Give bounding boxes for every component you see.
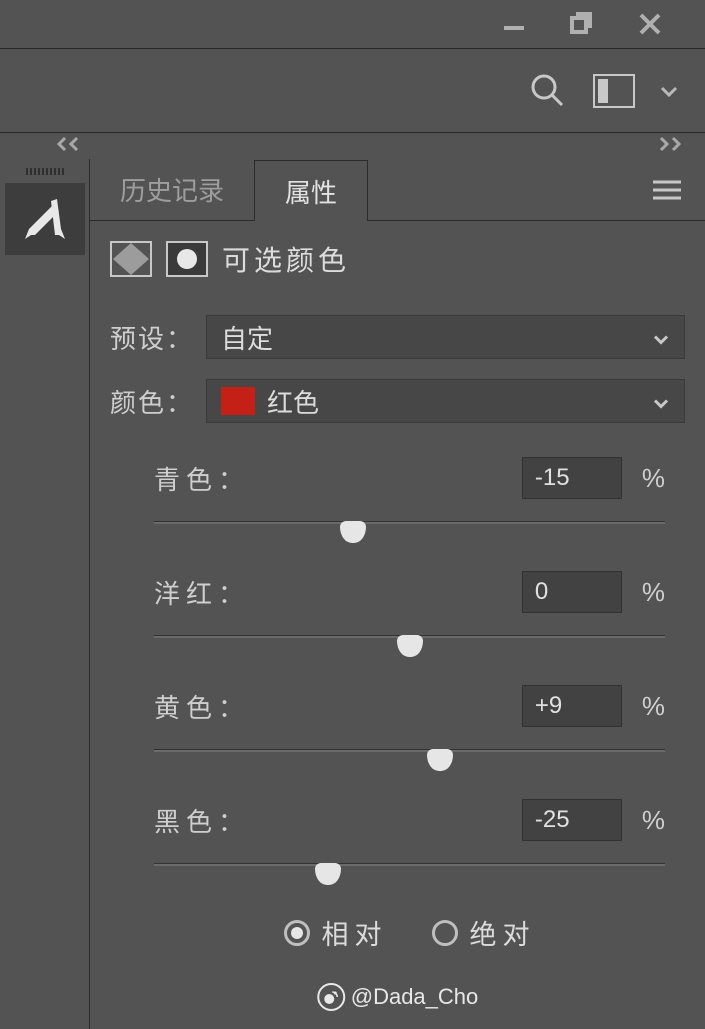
slider-track[interactable] <box>154 745 665 775</box>
slider-row: 黄色： +9% <box>154 685 665 775</box>
slider-thumb[interactable] <box>340 521 366 543</box>
slider-value-input[interactable]: -25 <box>522 799 622 841</box>
slider-track[interactable] <box>154 859 665 889</box>
radio-absolute-indicator <box>432 920 458 946</box>
collapse-right-icon[interactable] <box>655 136 685 157</box>
adjustment-type-icon <box>110 241 152 277</box>
preset-dropdown[interactable]: 自定 <box>206 315 685 359</box>
slider-row: 青色： -15% <box>154 457 665 547</box>
radio-relative-indicator <box>284 920 310 946</box>
slider-label: 青色： <box>154 460 250 497</box>
percent-sign: % <box>642 577 665 608</box>
mode-radio-group: 相对 绝对 <box>154 913 665 952</box>
weibo-icon <box>317 983 345 1011</box>
radio-relative-label: 相对 <box>322 913 388 952</box>
percent-sign: % <box>642 805 665 836</box>
slider-track[interactable] <box>154 631 665 661</box>
app-toolbar <box>0 48 705 133</box>
preset-row: 预设： 自定 <box>110 315 685 359</box>
slider-label: 黑色： <box>154 802 250 839</box>
brush-tool-icon[interactable] <box>5 183 85 255</box>
chevron-down-icon <box>652 322 670 353</box>
maximize-button[interactable] <box>565 7 599 41</box>
preset-label: 预设： <box>110 319 194 356</box>
properties-panel: 历史记录 属性 可选颜色 <box>90 159 705 1029</box>
title-bar <box>0 0 705 48</box>
slider-value-input[interactable]: +9 <box>522 685 622 727</box>
slider-value-input[interactable]: -15 <box>522 457 622 499</box>
slider-thumb[interactable] <box>397 635 423 657</box>
slider-track[interactable] <box>154 517 665 547</box>
color-swatch <box>221 387 255 415</box>
search-icon[interactable] <box>527 70 569 112</box>
color-value: 红色 <box>267 383 319 420</box>
watermark-text: @Dada_Cho <box>351 984 479 1010</box>
slider-label: 洋红： <box>154 574 250 611</box>
sliders-group: 青色： -15% 洋红： 0% 黄色： +9% 黑色： -25% 相对 绝对 <box>110 443 685 952</box>
chevron-down-icon[interactable] <box>659 70 679 112</box>
radio-relative[interactable]: 相对 <box>284 913 388 952</box>
adjustment-header: 可选颜色 <box>110 239 685 279</box>
tab-properties[interactable]: 属性 <box>254 160 368 221</box>
slider-thumb[interactable] <box>427 749 453 771</box>
slider-row: 洋红： 0% <box>154 571 665 661</box>
panel-menu-icon[interactable] <box>643 166 691 214</box>
slider-thumb[interactable] <box>315 863 341 885</box>
color-label: 颜色： <box>110 383 194 420</box>
adjustment-title: 可选颜色 <box>222 239 350 279</box>
chevron-down-icon <box>652 386 670 417</box>
slider-label: 黄色： <box>154 688 250 725</box>
preset-value: 自定 <box>221 319 273 356</box>
radio-absolute-label: 绝对 <box>470 913 536 952</box>
panel-collapse-row <box>0 133 705 159</box>
workspace-switcher[interactable] <box>593 70 635 112</box>
panel-row: 历史记录 属性 可选颜色 <box>0 159 705 1029</box>
percent-sign: % <box>642 463 665 494</box>
panel-grip[interactable] <box>0 165 90 177</box>
watermark: @Dada_Cho <box>317 983 479 1011</box>
minimize-button[interactable] <box>497 7 531 41</box>
percent-sign: % <box>642 691 665 722</box>
slider-row: 黑色： -25% <box>154 799 665 889</box>
color-row: 颜色： 红色 <box>110 379 685 423</box>
panel-body: 可选颜色 预设： 自定 颜色： 红色 <box>90 221 705 952</box>
color-dropdown[interactable]: 红色 <box>206 379 685 423</box>
close-button[interactable] <box>633 7 667 41</box>
radio-absolute[interactable]: 绝对 <box>432 913 536 952</box>
collapse-left-icon[interactable] <box>55 136 85 157</box>
panel-tabs: 历史记录 属性 <box>90 159 705 221</box>
tab-history[interactable]: 历史记录 <box>90 159 254 220</box>
tool-strip <box>0 159 90 1029</box>
mask-icon[interactable] <box>166 241 208 277</box>
slider-value-input[interactable]: 0 <box>522 571 622 613</box>
